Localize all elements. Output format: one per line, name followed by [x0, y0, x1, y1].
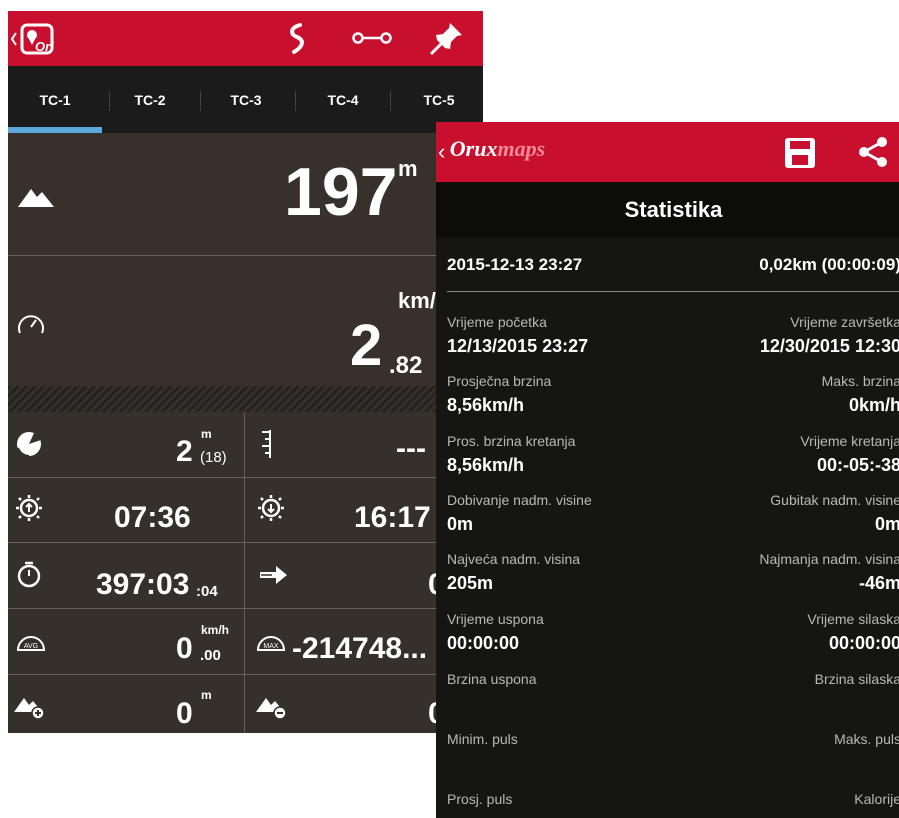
stat-label: Prosječna brzina — [447, 373, 552, 389]
stat-label: Brzina uspona — [447, 671, 537, 687]
stat-value: 8,56km/h — [447, 455, 525, 475]
stat-label: Kalorije — [854, 791, 899, 807]
page-title: Statistika — [436, 182, 899, 238]
tab-tc-3[interactable]: TC-3 — [208, 66, 284, 134]
accuracy-unit: m — [201, 427, 212, 441]
stat-value: 205m — [447, 573, 494, 593]
stat-value: 12/13/2015 23:27 — [447, 336, 589, 356]
ascent-unit: m — [201, 688, 212, 702]
divider — [8, 542, 483, 543]
stat-label: Vrijeme silaska — [807, 611, 899, 627]
stat-value: 00:00:00 — [447, 633, 520, 653]
stat-label: Najveća nadm. visina — [447, 551, 581, 567]
save-icon[interactable] — [784, 137, 816, 169]
avg-speed-value: 0 — [176, 632, 193, 665]
ruler-value: --- — [396, 432, 426, 465]
avg-speed-unit: km/h — [201, 623, 230, 637]
speed-unit: km/ — [398, 288, 436, 313]
ascent-value: 0 — [176, 697, 193, 730]
sunset-value: 16:17 — [354, 501, 431, 534]
svg-text:MAX: MAX — [263, 643, 279, 650]
summary-divider — [447, 291, 899, 292]
stat-value: 8,56km/h — [447, 395, 525, 415]
hatched-separator — [8, 386, 483, 412]
max-speed-value: -214748... — [292, 632, 428, 665]
ascent-icon — [14, 698, 45, 720]
stat-label: Najmanja nadm. visina — [759, 551, 899, 567]
stat-label: Dobivanje nadm. visine — [447, 492, 592, 508]
stat-label: Vrijeme početka — [447, 314, 547, 330]
left-toolbar: Ori — [8, 11, 483, 66]
stat-value: 0km/h — [848, 395, 899, 415]
direction-arrow-icon — [260, 566, 287, 584]
stat-label: Vrijeme kretanja — [800, 433, 899, 449]
tab-tc-2[interactable]: TC-2 — [112, 66, 188, 134]
track-icon[interactable] — [352, 28, 392, 48]
svg-text:AVG: AVG — [24, 643, 38, 650]
back-logo-button[interactable]: ‹ Oruxmaps — [438, 136, 545, 168]
summary-distance: 0,02km (00:00:09) — [759, 255, 899, 274]
divider — [8, 477, 483, 478]
sunrise-icon — [16, 495, 42, 521]
max-speed-icon: MAX — [256, 636, 286, 651]
back-chevron-icon: ‹ — [438, 138, 446, 164]
divider — [8, 674, 483, 675]
stat-value: 12/30/2015 12:30 — [759, 336, 899, 356]
tab-divider — [390, 91, 391, 111]
logo-suffix: maps — [497, 136, 546, 161]
sunrise-value: 07:36 — [114, 501, 191, 534]
altitude-icon — [18, 189, 54, 207]
statistics-screen: ‹ Oruxmaps Statistika 2015-12-13 23:27 0… — [436, 122, 899, 818]
altitude-unit: m — [398, 156, 418, 181]
stat-label: Maks. brzina — [821, 373, 899, 389]
pin-icon[interactable] — [428, 21, 464, 57]
stat-label: Prosj. puls — [447, 791, 513, 807]
logo-prefix: Orux — [449, 136, 498, 161]
speed-panel: 2 .82 km/ — [8, 256, 483, 386]
accuracy-sub: (18) — [200, 449, 227, 466]
speedometer-icon — [18, 315, 44, 334]
route-icon[interactable] — [284, 22, 310, 56]
altitude-value: 197 — [284, 154, 398, 230]
avg-speed-icon: AVG — [16, 636, 46, 651]
stopwatch-icon — [17, 561, 41, 588]
tab-tc-1[interactable]: TC-1 — [8, 66, 102, 134]
back-logo-button[interactable]: Ori — [10, 19, 62, 59]
stat-value: 0m — [874, 514, 899, 534]
tab-divider — [295, 91, 296, 111]
logo-text: Ori — [35, 39, 54, 54]
timer-value: 397:03 — [96, 568, 190, 601]
descent-icon — [256, 698, 287, 720]
divider — [8, 608, 483, 609]
stat-label: Pros. brzina kretanja — [447, 433, 576, 449]
share-icon[interactable] — [856, 135, 890, 169]
avg-speed-sub: .00 — [200, 647, 221, 664]
right-toolbar: ‹ Oruxmaps — [436, 122, 899, 182]
timer-sub: :04 — [196, 583, 218, 600]
ruler-icon — [262, 430, 271, 458]
speed-decimal: .82 — [389, 352, 423, 379]
altitude-panel: 197 m — [8, 133, 483, 255]
stat-value: 0m — [447, 514, 474, 534]
dashboard-screen: Ori TC-1 TC-2 TC-3 TC-4 TC-5 197 m 2 .82… — [8, 11, 483, 733]
stat-label: Brzina silaska — [814, 671, 899, 687]
gps-accuracy-icon — [17, 432, 41, 457]
stat-value: -46m — [858, 573, 899, 593]
speed-value: 2 — [350, 313, 383, 378]
stat-label: Vrijeme uspona — [447, 611, 544, 627]
stat-label: Gubitak nadm. visine — [770, 492, 899, 508]
stat-label: Maks. puls — [834, 731, 899, 747]
stat-label: Vrijeme završetka — [790, 314, 899, 330]
stat-label: Minim. puls — [447, 731, 518, 747]
stat-value: 00:00:00 — [828, 633, 899, 653]
tab-tc-4[interactable]: TC-4 — [305, 66, 381, 134]
tab-bar: TC-1 TC-2 TC-3 TC-4 TC-5 — [8, 66, 483, 134]
tab-divider — [109, 91, 110, 111]
tab-divider — [200, 91, 201, 111]
summary-date: 2015-12-13 23:27 — [447, 255, 583, 274]
stat-value: 00:-05:-38 — [816, 455, 899, 475]
sunset-icon — [258, 495, 284, 521]
grid-vertical-divider — [244, 413, 245, 733]
accuracy-value: 2 — [176, 435, 193, 468]
